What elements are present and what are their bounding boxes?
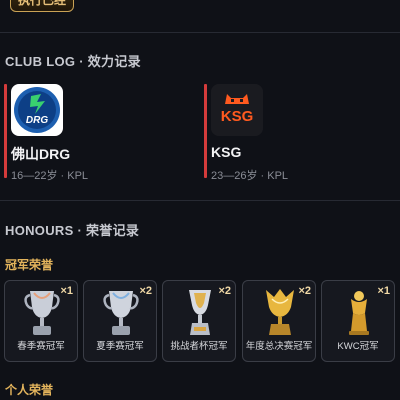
top-gold-button[interactable]: 执行已经 xyxy=(10,0,74,12)
club-accent-bar xyxy=(4,84,7,178)
trophy-label: KWC冠军 xyxy=(337,341,379,352)
club-accent-bar xyxy=(204,84,207,178)
divider xyxy=(0,200,400,201)
trophy-card-summer[interactable]: ×2 夏季赛冠军 xyxy=(83,280,157,362)
trophy-count: ×2 xyxy=(298,285,311,297)
club-log-title: CLUB LOG · 效力记录 xyxy=(5,54,141,69)
trophy-card-kwc[interactable]: ×1 KWC冠军 xyxy=(321,280,395,362)
trophy-count: ×1 xyxy=(377,285,390,297)
club-name: 佛山DRG xyxy=(11,146,71,162)
drg-logo-text: DRG xyxy=(26,115,48,126)
trophy-count: ×1 xyxy=(60,285,73,297)
club-card-drg[interactable]: DRG 佛山DRG 16—22岁 · KPL xyxy=(4,84,194,182)
honours-title: HONOURS · 荣誉记录 xyxy=(5,223,140,238)
club-meta: 16—22岁 · KPL xyxy=(11,170,89,182)
trophy-label: 春季赛冠军 xyxy=(17,341,65,352)
gold-cup-icon xyxy=(349,291,369,335)
trophy-label: 夏季赛冠军 xyxy=(96,341,144,352)
silver-trophy-icon xyxy=(103,291,139,335)
trophy-count: ×2 xyxy=(218,285,231,297)
club-meta: 23—26岁 · KPL xyxy=(211,170,289,182)
ksg-logo-icon: KSG xyxy=(211,84,263,136)
drg-logo-icon: DRG xyxy=(11,84,63,136)
ksg-logo-text: KSG xyxy=(221,108,254,125)
club-card-ksg[interactable]: KSG KSG 23—26岁 · KPL xyxy=(204,84,394,182)
trophy-card-finals[interactable]: ×2 年度总决赛冠军 xyxy=(242,280,316,362)
silver-trophy-icon xyxy=(24,291,60,335)
trophy-label: 挑战者杯冠军 xyxy=(170,341,228,352)
trophy-card-spring[interactable]: ×1 春季赛冠军 xyxy=(4,280,78,362)
personal-honours-title: 个人荣誉 xyxy=(5,383,54,397)
champion-honours-title: 冠军荣誉 xyxy=(5,258,54,272)
silver-gold-trophy-icon xyxy=(189,290,211,335)
divider xyxy=(0,32,400,33)
gold-trophy-icon xyxy=(266,289,294,335)
club-name: KSG xyxy=(211,144,242,160)
trophy-count: ×2 xyxy=(139,285,152,297)
trophy-card-challenger[interactable]: ×2 挑战者杯冠军 xyxy=(162,280,236,362)
trophy-label: 年度总决赛冠军 xyxy=(245,341,313,352)
